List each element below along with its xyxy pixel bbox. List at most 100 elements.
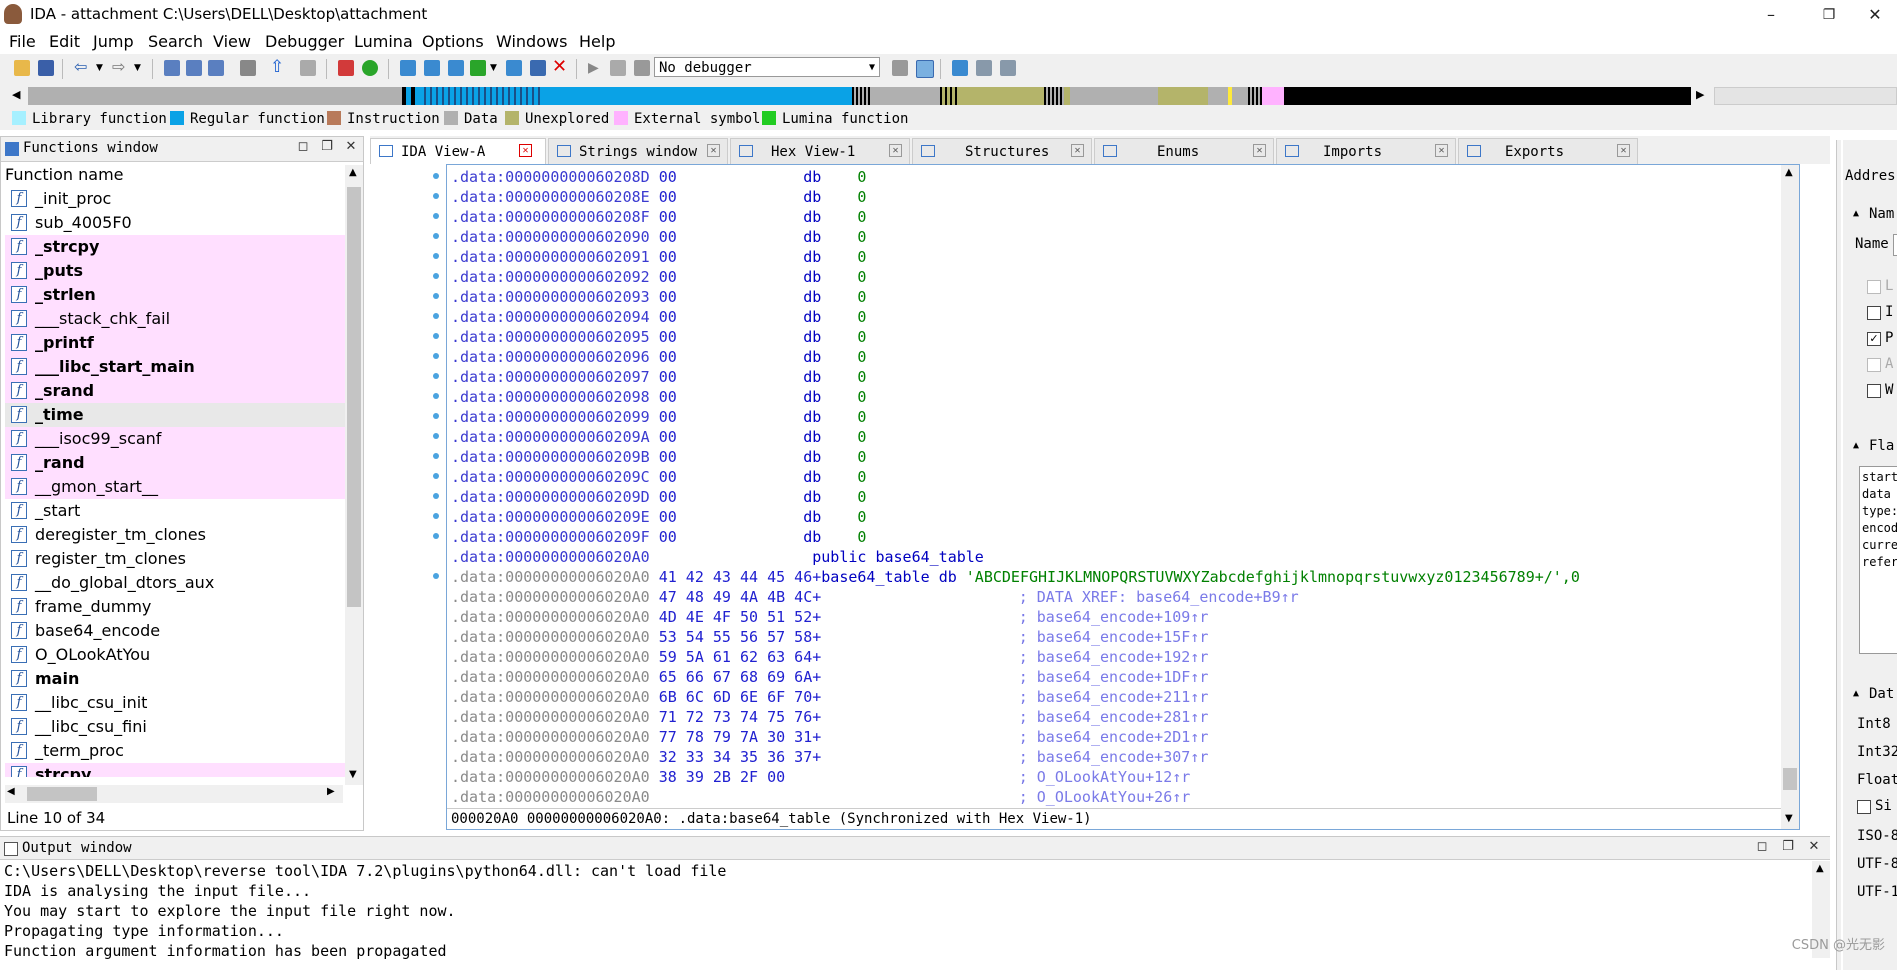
open-file-icon[interactable] xyxy=(14,60,30,76)
tab-ida-view-a[interactable]: IDA View-A ✕ xyxy=(370,138,546,165)
close-tab-icon[interactable]: ✕ xyxy=(1071,144,1084,157)
scrollbar-thumb[interactable] xyxy=(347,187,361,607)
function-list-item[interactable]: f ___stack_chk_fail xyxy=(5,307,345,331)
stop-icon[interactable] xyxy=(634,60,650,76)
collapse-icon[interactable]: ▲ xyxy=(1853,688,1859,699)
function-list-item[interactable]: f __do_global_dtors_aux xyxy=(5,571,345,595)
nav-overview[interactable] xyxy=(1714,87,1897,105)
debugger-select[interactable]: No debugger ▼ xyxy=(654,57,880,77)
jump-up-icon[interactable]: ⇧ xyxy=(270,59,286,76)
menu-jump[interactable]: Jump xyxy=(93,32,134,51)
close-button[interactable]: ✕ xyxy=(1852,2,1897,28)
chevron-down-icon[interactable]: ▼ xyxy=(490,60,506,76)
nav-left-arrow-icon[interactable]: ◀ xyxy=(12,88,20,101)
scroll-right-icon[interactable]: ▶ xyxy=(327,786,335,797)
chevron-down-icon[interactable]: ▼ xyxy=(96,60,112,76)
disasm-line[interactable]: .data:0000000000602096 00 db 0 xyxy=(451,347,1771,367)
disasm-line[interactable]: .data:00000000006020A0 ; O_OLookAtYou+26… xyxy=(451,787,1771,807)
back-arrow-icon[interactable]: ⇦ xyxy=(74,59,90,76)
function-list-item[interactable]: f _printf xyxy=(5,331,345,355)
function-list-item[interactable]: f __libc_csu_init xyxy=(5,691,345,715)
disasm-line[interactable]: .data:00000000006020A0 77 78 79 7A 30 31… xyxy=(451,727,1771,747)
attach-icon[interactable] xyxy=(892,60,908,76)
menu-windows[interactable]: Windows xyxy=(496,32,567,51)
menu-view[interactable]: View xyxy=(213,32,251,51)
close-panel-button[interactable]: ✕ xyxy=(341,139,361,154)
function-list-item[interactable]: f ___isoc99_scanf xyxy=(5,427,345,451)
function-list-item[interactable]: f sub_4005F0 xyxy=(5,211,345,235)
disasm-line[interactable]: .data:0000000000602099 00 db 0 xyxy=(451,407,1771,427)
name-input[interactable] xyxy=(1893,234,1897,256)
disasm-line[interactable]: .data:00000000006020A0 public base64_tab… xyxy=(451,547,1771,567)
disasm-line[interactable]: .data:000000000060209E 00 db 0 xyxy=(451,507,1771,527)
function-list-item[interactable]: f O_OLookAtYou xyxy=(5,643,345,667)
checkbox-w[interactable] xyxy=(1867,384,1881,398)
close-tab-icon[interactable]: ✕ xyxy=(1617,144,1630,157)
disasm-line[interactable]: .data:000000000060209C 00 db 0 xyxy=(451,467,1771,487)
disasm-line[interactable]: .data:0000000000602097 00 db 0 xyxy=(451,367,1771,387)
functions-horizontal-scrollbar[interactable]: ◀ ▶ xyxy=(5,785,343,803)
function-list-item[interactable]: f frame_dummy xyxy=(5,595,345,619)
function-list-item[interactable]: f __libc_csu_fini xyxy=(5,715,345,739)
forward-arrow-icon[interactable]: ⇨ xyxy=(112,59,128,76)
scroll-up-icon[interactable]: ▲ xyxy=(349,167,357,178)
menu-options[interactable]: Options xyxy=(422,32,484,51)
search-text-icon[interactable] xyxy=(186,60,202,76)
function-list-item[interactable]: f strcpy xyxy=(5,763,345,777)
disasm-line[interactable]: .data:00000000006020A0 6B 6C 6D 6E 6F 70… xyxy=(451,687,1771,707)
search-binary-icon[interactable] xyxy=(164,60,180,76)
collapse-icon[interactable]: ▲ xyxy=(1853,440,1859,451)
function-list-item[interactable]: f __gmon_start__ xyxy=(5,475,345,499)
disasm-line[interactable]: .data:000000000060209F 00 db 0 xyxy=(451,527,1771,547)
disasm-line[interactable]: .data:0000000000602090 00 db 0 xyxy=(451,227,1771,247)
navigation-strip[interactable] xyxy=(28,87,1691,105)
add-icon[interactable] xyxy=(470,60,486,76)
data-type-float[interactable]: Float xyxy=(1857,772,1897,788)
menu-help[interactable]: Help xyxy=(579,32,615,51)
patch-icon[interactable] xyxy=(240,60,256,76)
disasm-line[interactable]: .data:000000000060208D 00 db 0 xyxy=(451,167,1771,187)
disasm-line[interactable]: .data:000000000060208E 00 db 0 xyxy=(451,187,1771,207)
menu-search[interactable]: Search xyxy=(148,32,203,51)
nav-right-arrow-icon[interactable]: ▶ xyxy=(1696,88,1704,101)
navigation-band[interactable]: ◀ ▶ xyxy=(0,84,1897,108)
function-list-item[interactable]: f base64_encode xyxy=(5,619,345,643)
scrollbar-thumb[interactable] xyxy=(27,787,97,801)
disassembly-listing[interactable]: .data:000000000060208D 00 db 0 .data:0000… xyxy=(451,167,1771,807)
tab-hex-view[interactable]: Hex View-1 ✕ xyxy=(730,138,910,164)
minimize-button[interactable]: – xyxy=(1748,2,1794,28)
delete-icon[interactable]: ✕ xyxy=(552,58,568,76)
ida-view-vertical-scrollbar[interactable]: ▲ ▼ xyxy=(1781,165,1799,829)
output-log[interactable]: C:\Users\DELL\Desktop\reverse tool\IDA 7… xyxy=(4,861,726,961)
data-type-iso[interactable]: ISO-8 xyxy=(1857,828,1897,844)
play-icon[interactable]: ▶ xyxy=(588,60,604,76)
disasm-line[interactable]: .data:00000000006020A0 53 54 55 56 57 58… xyxy=(451,627,1771,647)
tab-strings-window[interactable]: Strings window ✕ xyxy=(548,138,728,164)
menu-lumina[interactable]: Lumina xyxy=(354,32,413,51)
disasm-line[interactable]: .data:00000000006020A0 59 5A 61 62 63 64… xyxy=(451,647,1771,667)
tab-exports[interactable]: Exports ✕ xyxy=(1458,138,1638,164)
function-list-item[interactable]: f register_tm_clones xyxy=(5,547,345,571)
close-tab-icon[interactable]: ✕ xyxy=(1435,144,1448,157)
function-list-item[interactable]: f deregister_tm_clones xyxy=(5,523,345,547)
signed-checkbox[interactable] xyxy=(1857,800,1871,814)
restore-button[interactable]: ❐ xyxy=(317,139,337,154)
run-script-icon[interactable] xyxy=(362,60,378,76)
add-enum-icon[interactable] xyxy=(448,60,464,76)
tool-icon[interactable] xyxy=(976,60,992,76)
disasm-line[interactable]: .data:0000000000602091 00 db 0 xyxy=(451,247,1771,267)
disasm-line[interactable]: .data:00000000006020A0 41 42 43 44 45 46… xyxy=(451,567,1771,587)
function-list-item[interactable]: f _start xyxy=(5,499,345,523)
flags-textbox[interactable]: start data type: encod curre refer xyxy=(1859,466,1897,654)
disasm-line[interactable]: .data:000000000060209D 00 db 0 xyxy=(451,487,1771,507)
debug-icon[interactable] xyxy=(530,60,546,76)
graph-icon[interactable] xyxy=(338,60,354,76)
data-type-int8[interactable]: Int8 xyxy=(1857,716,1891,732)
checkbox-a[interactable] xyxy=(1867,358,1881,372)
save-icon[interactable] xyxy=(38,60,54,76)
function-list-item[interactable]: f _strlen xyxy=(5,283,345,307)
menu-edit[interactable]: Edit xyxy=(49,32,80,51)
menu-file[interactable]: File xyxy=(9,32,36,51)
disasm-line[interactable]: .data:00000000006020A0 47 48 49 4A 4B 4C… xyxy=(451,587,1771,607)
list-icon[interactable] xyxy=(952,60,968,76)
